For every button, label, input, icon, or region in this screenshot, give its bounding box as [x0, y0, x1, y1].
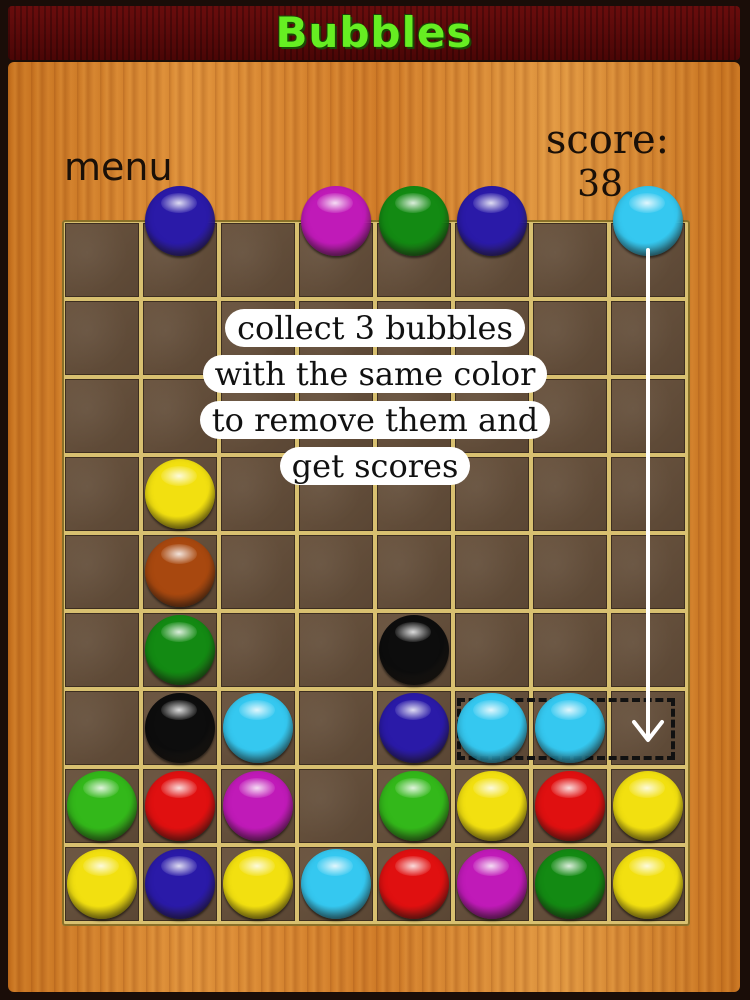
next-magenta-bubble — [301, 186, 371, 256]
game-title: Bubbles — [275, 8, 473, 57]
hint-text: collect 3 bubbles with the same color to… — [160, 305, 590, 489]
menu-button[interactable]: menu — [64, 145, 173, 189]
board-cell[interactable] — [65, 613, 139, 687]
yellow-bubble[interactable] — [67, 849, 137, 919]
black-bubble[interactable] — [379, 615, 449, 685]
board-cell[interactable] — [65, 457, 139, 531]
board-cell[interactable] — [299, 535, 373, 609]
board-cell[interactable] — [299, 691, 373, 765]
yellow-bubble[interactable] — [145, 459, 215, 529]
board-cell[interactable] — [65, 535, 139, 609]
board-cell[interactable] — [65, 691, 139, 765]
yellow-bubble[interactable] — [613, 849, 683, 919]
yellow-bubble[interactable] — [223, 849, 293, 919]
board-cell[interactable] — [533, 223, 607, 297]
black-bubble[interactable] — [145, 693, 215, 763]
magenta-bubble[interactable] — [457, 849, 527, 919]
board-cell[interactable] — [533, 613, 607, 687]
blue-bubble[interactable] — [145, 849, 215, 919]
board-cell[interactable] — [299, 769, 373, 843]
red-bubble[interactable] — [145, 771, 215, 841]
board-cell[interactable] — [533, 535, 607, 609]
board-cell[interactable] — [221, 223, 295, 297]
cyan-bubble[interactable] — [301, 849, 371, 919]
board-cell[interactable] — [221, 613, 295, 687]
next-blue-bubble — [457, 186, 527, 256]
hint-line: get scores — [279, 447, 471, 485]
blue-bubble[interactable] — [379, 693, 449, 763]
next-blue-bubble — [145, 186, 215, 256]
magenta-bubble[interactable] — [223, 771, 293, 841]
cyan-bubble[interactable] — [223, 693, 293, 763]
board-cell[interactable] — [455, 535, 529, 609]
cyan-bubble[interactable] — [457, 693, 527, 763]
board-cell[interactable] — [221, 535, 295, 609]
drop-arrow-icon — [632, 248, 664, 742]
lime-bubble[interactable] — [67, 771, 137, 841]
yellow-bubble[interactable] — [457, 771, 527, 841]
board-cell[interactable] — [299, 613, 373, 687]
hint-line: to remove them and — [199, 401, 551, 439]
lime-bubble[interactable] — [379, 771, 449, 841]
board-cell[interactable] — [455, 613, 529, 687]
board-cell[interactable] — [65, 301, 139, 375]
red-bubble[interactable] — [379, 849, 449, 919]
hint-line: collect 3 bubbles — [225, 309, 525, 347]
cyan-bubble[interactable] — [535, 693, 605, 763]
green-bubble[interactable] — [145, 615, 215, 685]
title-bar: Bubbles — [8, 6, 740, 60]
board-cell[interactable] — [65, 223, 139, 297]
score-label: score: — [545, 117, 670, 163]
board-cell[interactable] — [377, 535, 451, 609]
next-green-bubble — [379, 186, 449, 256]
game-frame: Bubbles menu score: 38 collect 3 bubbles… — [0, 0, 750, 1000]
board-cell[interactable] — [65, 379, 139, 453]
brown-bubble[interactable] — [145, 537, 215, 607]
hint-line: with the same color — [202, 355, 548, 393]
red-bubble[interactable] — [535, 771, 605, 841]
yellow-bubble[interactable] — [613, 771, 683, 841]
green-bubble[interactable] — [535, 849, 605, 919]
